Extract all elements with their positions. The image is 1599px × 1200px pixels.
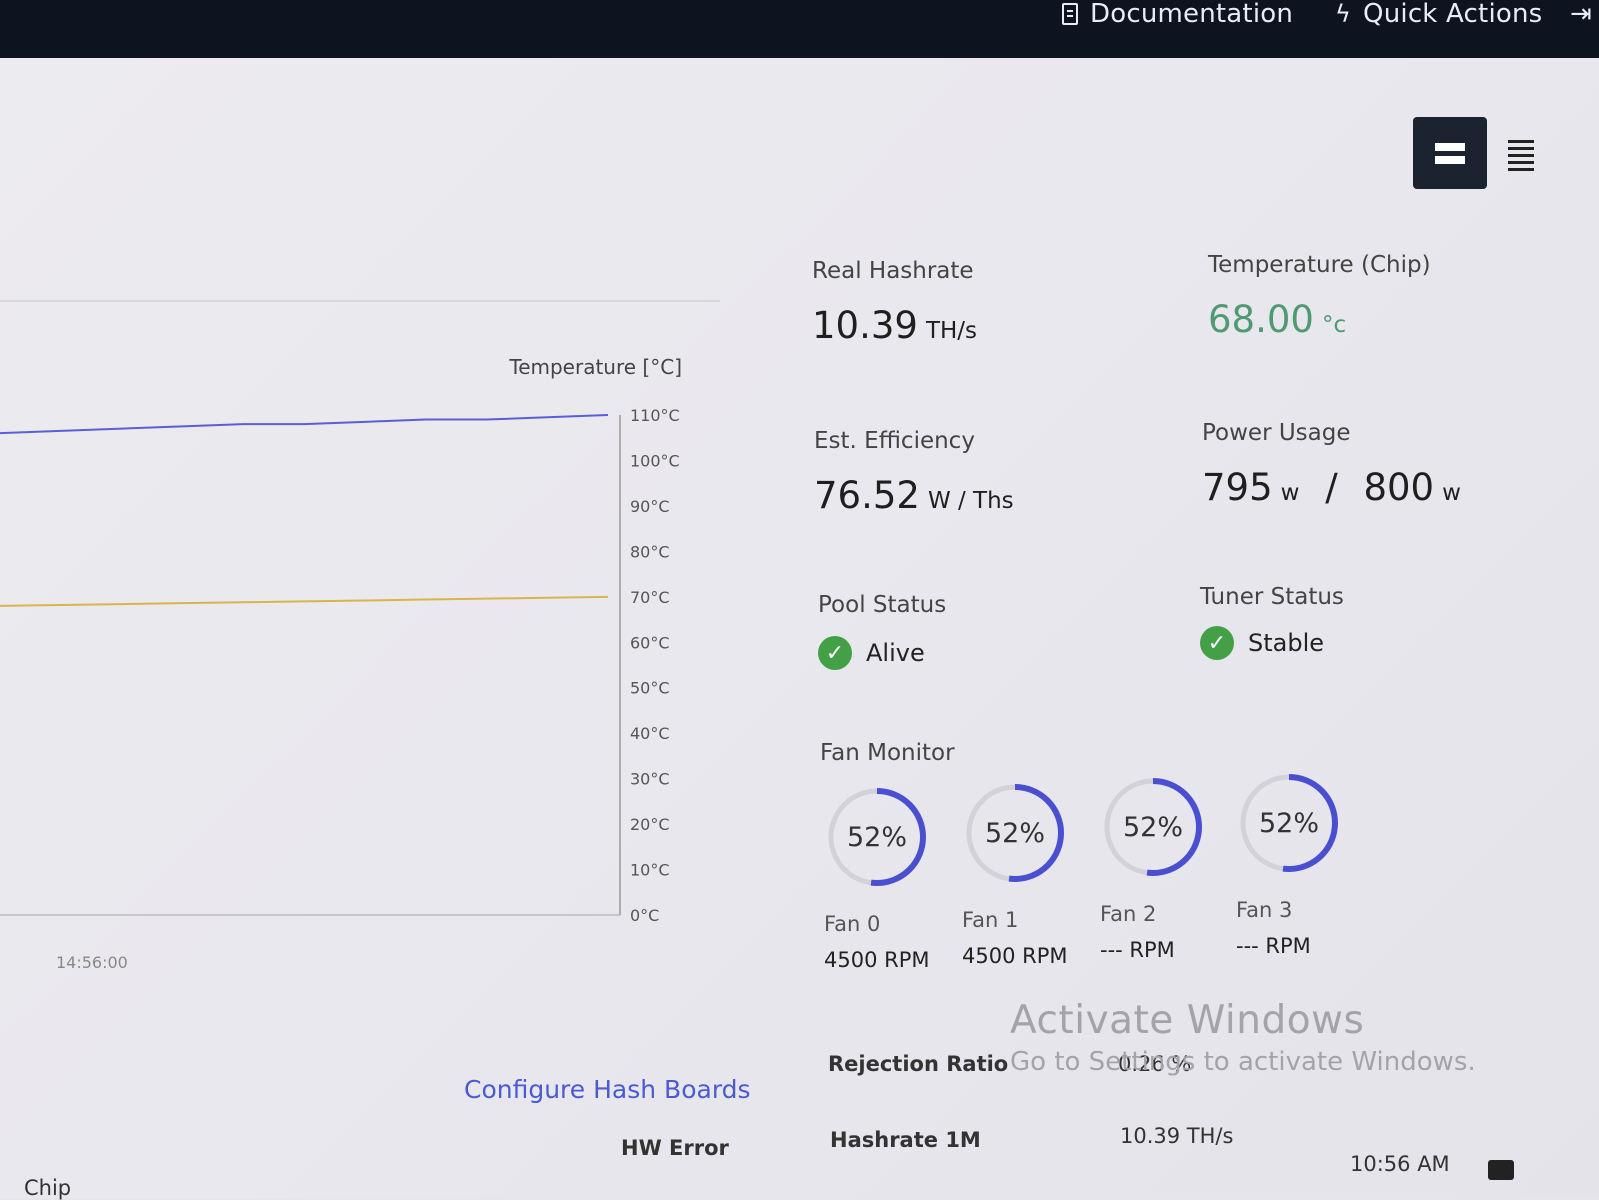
y-tick-label: 110°C <box>630 406 680 425</box>
fan-rpm: 4500 RPM <box>824 948 930 972</box>
real-hashrate-label: Real Hashrate <box>812 258 974 284</box>
fan-percent: 52% <box>846 821 907 853</box>
efficiency-label: Est. Efficiency <box>814 428 975 454</box>
efficiency-value: 76.52 W / Ths <box>814 474 1014 517</box>
power-usage-label: Power Usage <box>1202 420 1351 446</box>
document-icon <box>1062 3 1078 25</box>
check-circle-icon: ✓ <box>818 636 852 670</box>
notification-icon[interactable] <box>1488 1160 1514 1180</box>
configure-hash-boards-link[interactable]: Configure Hash Boards <box>464 1075 751 1104</box>
taskbar-clock[interactable]: 10:56 AM <box>1350 1152 1450 1176</box>
grid-view-button[interactable] <box>1413 117 1487 189</box>
tuner-status-label: Tuner Status <box>1200 584 1344 610</box>
chart-divider <box>0 300 720 302</box>
watermark-title: Activate Windows <box>1010 998 1365 1043</box>
series-line-1 <box>0 595 609 607</box>
temperature-chart: Temperature [°C] 110°C 100°C 90°C 80°C 70°C 60… <box>0 355 682 972</box>
series-line-0 <box>0 414 609 435</box>
watermark-subtitle: Go to Settings to activate Windows. <box>1010 1047 1476 1077</box>
activate-windows-watermark: Activate Windows Go to Settings to activ… <box>1010 998 1476 1077</box>
fan-percent: 52% <box>984 817 1045 849</box>
quick-actions-label: Quick Actions <box>1363 0 1543 29</box>
list-view-icon[interactable] <box>1508 136 1534 175</box>
rejection-ratio-label: Rejection Ratio <box>828 1052 1009 1076</box>
pool-status-value: ✓ Alive <box>818 636 925 670</box>
fan-percent: 52% <box>1122 811 1183 843</box>
y-tick-label: 60°C <box>630 633 670 652</box>
y-tick-label: 40°C <box>630 724 670 743</box>
y-tick-label: 80°C <box>630 542 670 561</box>
fan-rpm: 4500 RPM <box>962 944 1068 968</box>
x-tick-label: 14:56:00 <box>56 953 128 972</box>
fan-name: Fan 2 <box>1100 902 1157 926</box>
fan-rpm: --- RPM <box>1100 938 1175 962</box>
hashrate-1m-value: 10.39 TH/s <box>1120 1124 1234 1148</box>
grid-view-icon <box>1435 138 1465 169</box>
fan-gauge-1: 52% Fan 1 4500 RPM <box>962 780 1092 968</box>
y-tick-label: 100°C <box>630 451 680 470</box>
check-circle-icon: ✓ <box>1200 626 1234 660</box>
fan-gauge-2: 52% Fan 2 --- RPM <box>1100 774 1230 962</box>
y-tick-label: 30°C <box>630 770 670 789</box>
y-tick-label: 90°C <box>630 497 670 516</box>
fan-percent: 52% <box>1258 807 1319 839</box>
pool-status-label: Pool Status <box>818 592 947 618</box>
y-tick-label: 20°C <box>630 815 670 834</box>
documentation-label: Documentation <box>1090 0 1294 29</box>
y-tick-label: 70°C <box>630 588 670 607</box>
fan-monitor-title: Fan Monitor <box>820 740 955 766</box>
hashrate-1m-label: Hashrate 1M <box>830 1128 981 1152</box>
fan-name: Fan 1 <box>962 908 1019 932</box>
real-hashrate-value: 10.39 TH/s <box>812 304 978 347</box>
y-tick-label: 0°C <box>630 906 659 925</box>
y-tick-label: 10°C <box>630 861 670 880</box>
top-navigation-bar: Documentation ϟ Quick Actions ⇥ <box>0 0 1599 58</box>
tuner-status-value: ✓ Stable <box>1200 626 1324 660</box>
fan-gauge-0: 52% Fan 0 4500 RPM <box>824 784 954 972</box>
y-axis-label: Temperature [°C] <box>508 355 682 379</box>
logout-icon[interactable]: ⇥ <box>1570 0 1592 29</box>
chip-column-header: Chip <box>24 1176 72 1200</box>
hw-error-header: HW Error <box>621 1136 729 1160</box>
fan-name: Fan 0 <box>824 912 881 936</box>
fan-gauge-3: 52% Fan 3 --- RPM <box>1236 770 1366 958</box>
fan-name: Fan 3 <box>1236 898 1293 922</box>
temperature-chip-value: 68.00 °c <box>1208 298 1347 341</box>
temperature-chip-label: Temperature (Chip) <box>1208 252 1431 278</box>
documentation-link[interactable]: Documentation <box>1062 0 1294 29</box>
lightning-icon: ϟ <box>1335 0 1352 28</box>
y-tick-label: 50°C <box>630 679 670 698</box>
power-usage-value: 795 w / 800 w <box>1202 466 1461 509</box>
fan-rpm: --- RPM <box>1236 934 1311 958</box>
quick-actions-link[interactable]: ϟ Quick Actions <box>1335 0 1543 29</box>
